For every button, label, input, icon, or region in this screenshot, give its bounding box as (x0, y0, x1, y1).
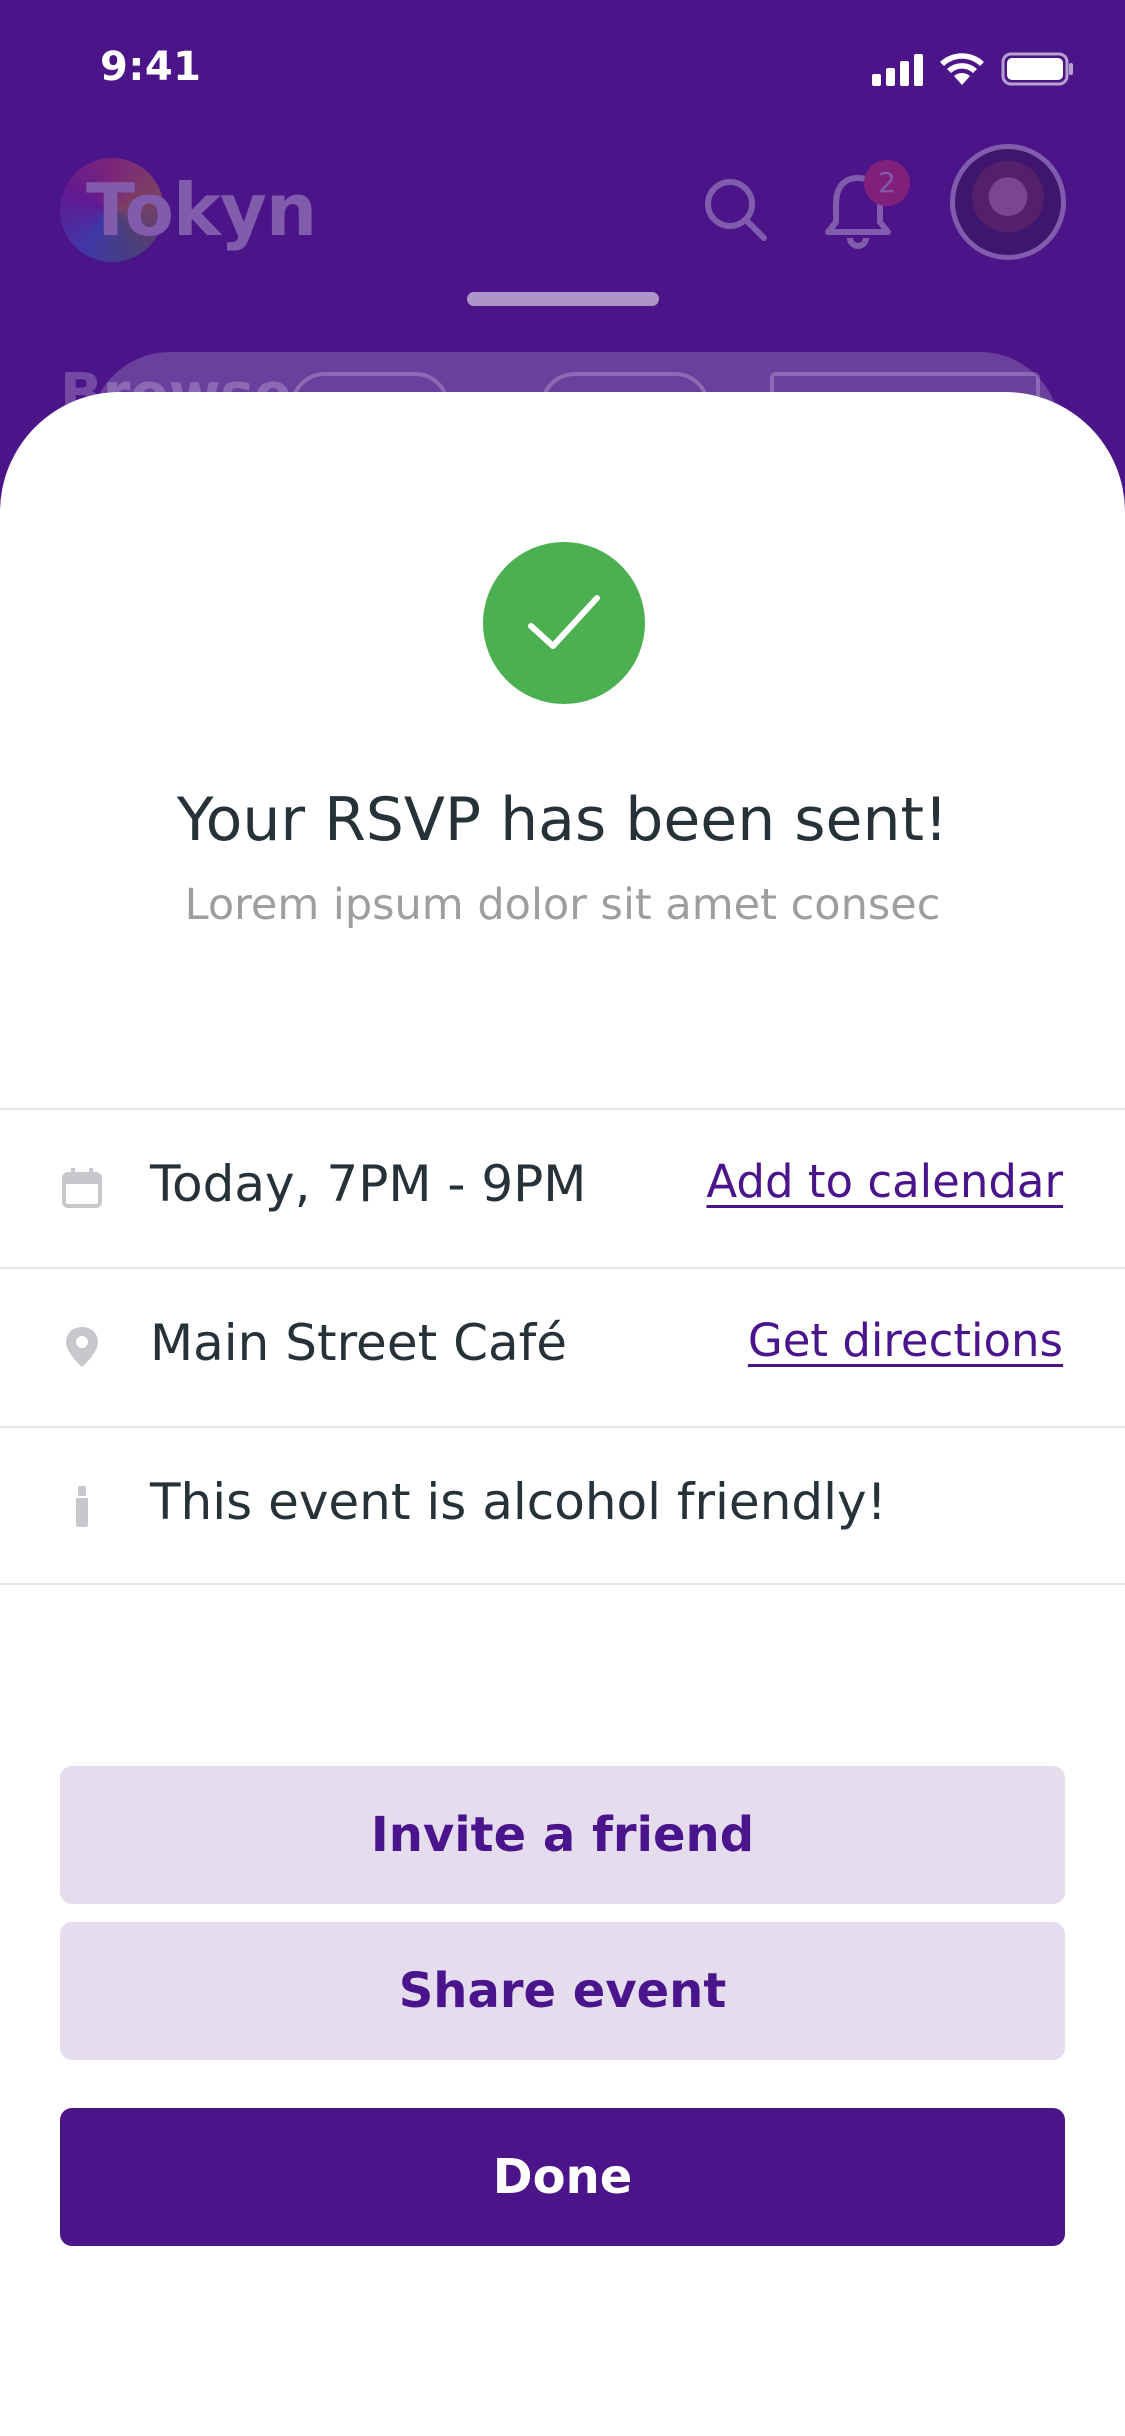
event-alcohol-row: This event is alcohol friendly! (0, 1426, 1125, 1585)
sheet-grabber[interactable] (467, 292, 659, 306)
app-header: Tokyn 2 (0, 140, 1125, 300)
get-directions-link[interactable]: Get directions (748, 1314, 1063, 1367)
calendar-icon (62, 1168, 102, 1208)
invite-friend-button[interactable]: Invite a friend (60, 1766, 1065, 1904)
bottle-icon (76, 1486, 88, 1527)
confirmation-subtitle: Lorem ipsum dolor sit amet consec (184, 880, 941, 930)
status-icons (872, 52, 1075, 86)
add-to-calendar-link[interactable]: Add to calendar (706, 1155, 1063, 1208)
rsvp-screen: 9:41 Tokyn 2 Your RSVP has been sent! Lo… (0, 0, 1125, 2436)
event-location-text: Main Street Café (150, 1314, 567, 1372)
signal-icon (872, 54, 923, 86)
share-event-button[interactable]: Share event (60, 1922, 1065, 2060)
battery-icon (1001, 52, 1073, 86)
notification-badge: 2 (864, 160, 910, 206)
event-details-list: Today, 7PM - 9PM Add to calendar Main St… (0, 1108, 1125, 1585)
event-location-row: Main Street Café Get directions (0, 1267, 1125, 1426)
success-check-badge (483, 542, 645, 704)
search-icon[interactable] (700, 174, 770, 244)
logo-text: Tokyn (86, 168, 317, 252)
event-time-text: Today, 7PM - 9PM (150, 1155, 587, 1213)
check-icon (528, 595, 600, 649)
event-time-row: Today, 7PM - 9PM Add to calendar (0, 1108, 1125, 1267)
status-time: 9:41 (100, 44, 202, 90)
alcohol-friendly-text: This event is alcohol friendly! (150, 1473, 887, 1531)
done-button[interactable]: Done (60, 2108, 1065, 2246)
app-logo: Tokyn (58, 150, 317, 270)
wifi-icon (940, 53, 984, 85)
avatar[interactable] (950, 144, 1066, 260)
confirmation-title: Your RSVP has been sent! (176, 785, 949, 855)
status-bar: 9:41 (0, 0, 1125, 140)
rsvp-confirmation-sheet: Your RSVP has been sent! Lorem ipsum dol… (0, 392, 1125, 2436)
location-pin-icon (66, 1327, 98, 1367)
